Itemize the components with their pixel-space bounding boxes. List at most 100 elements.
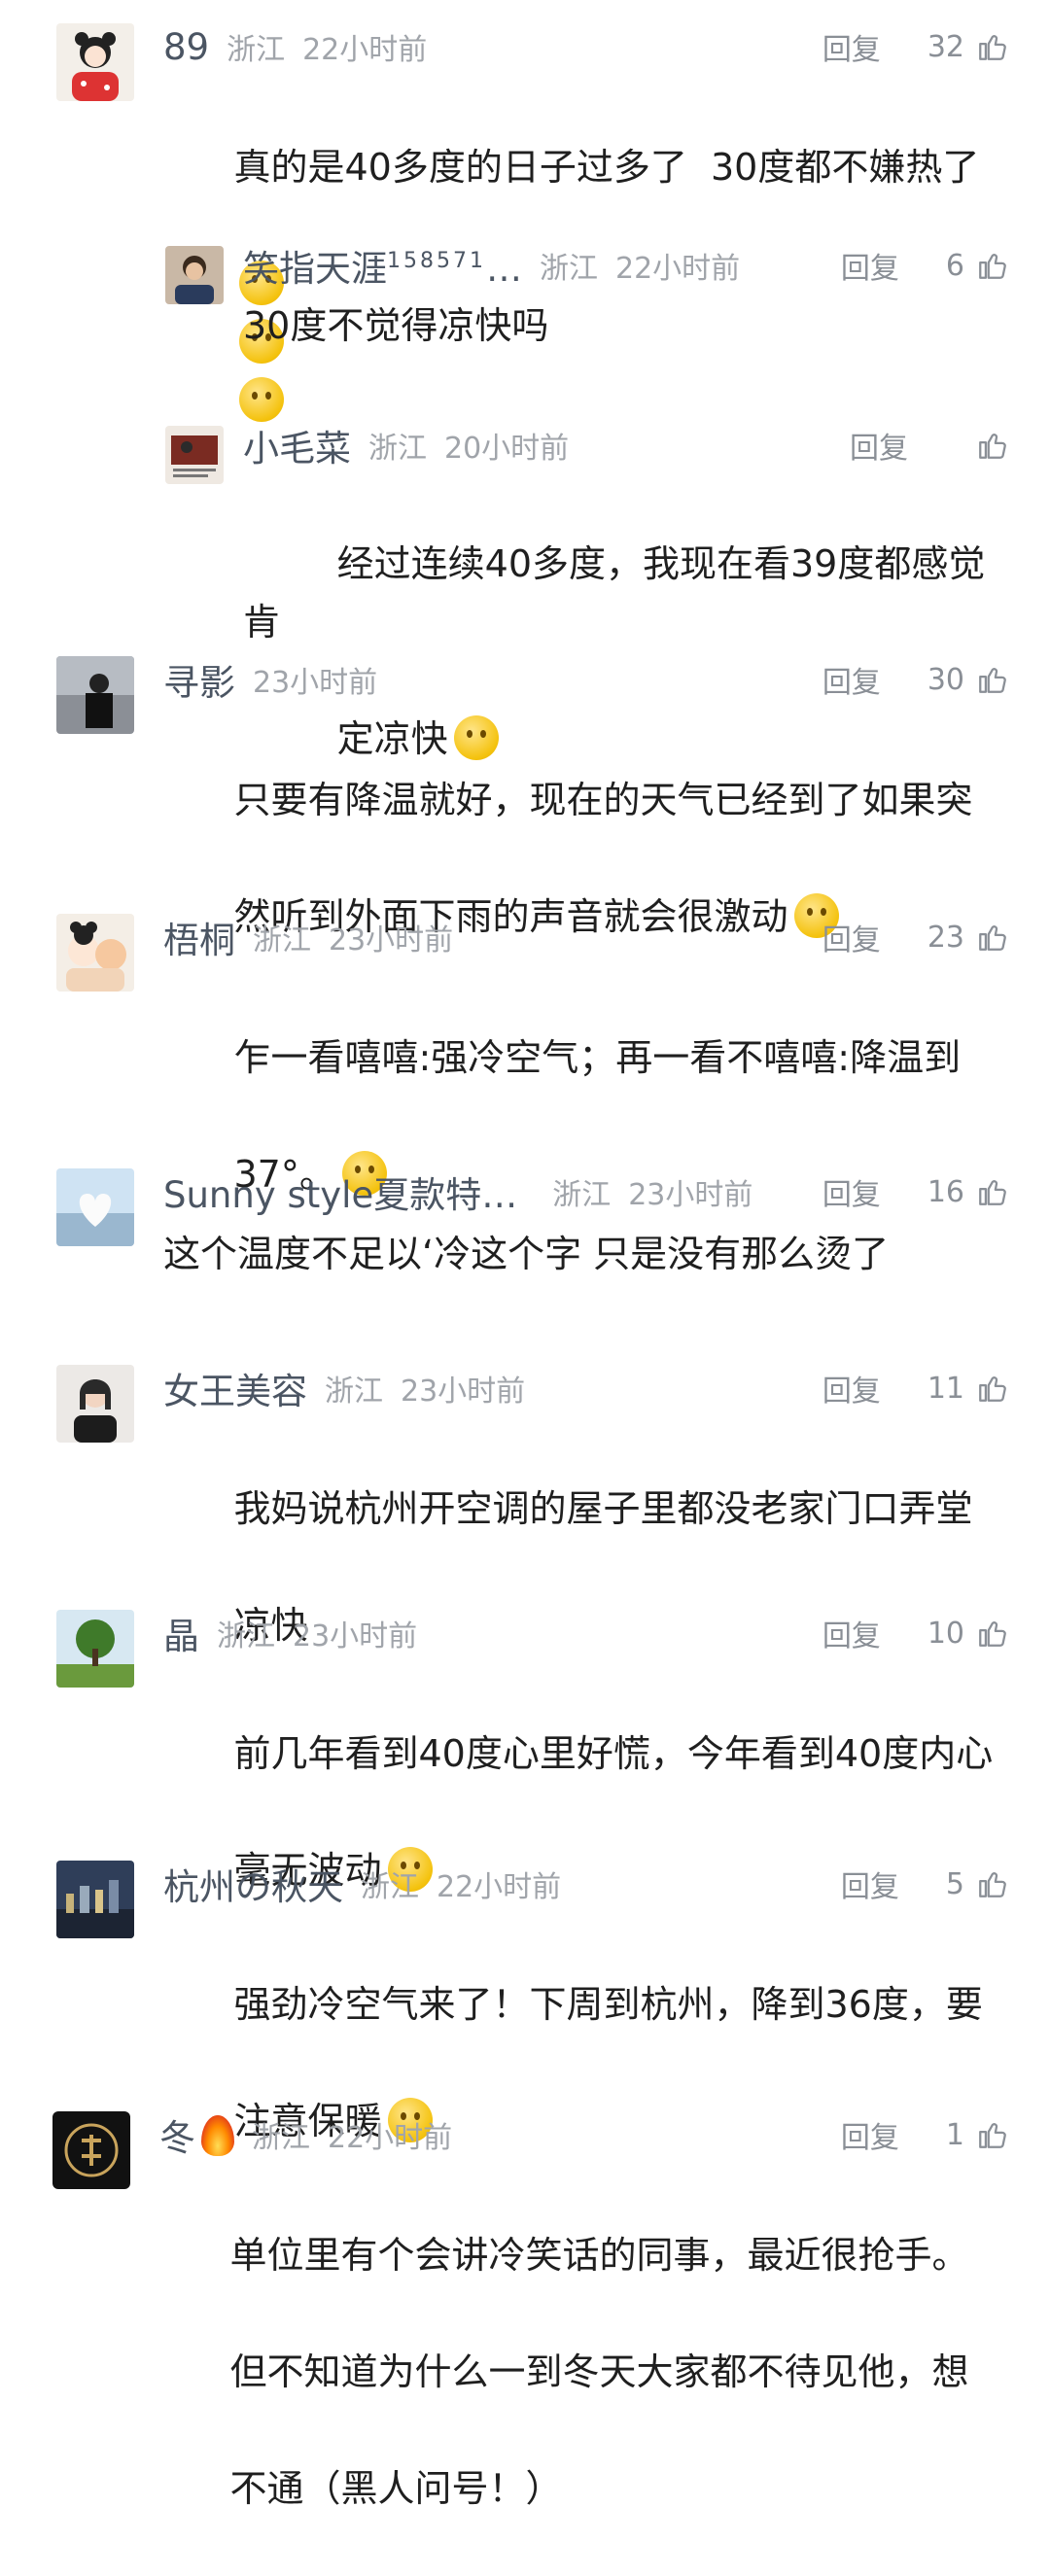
comment-text: 单位里有个会讲冷笑话的同事，最近很抢手。 但不知道为什么一到冬天大家都不待见他，… (159, 2168, 1034, 2576)
region-label: 浙江 (368, 432, 427, 466)
username-text: 笑指天涯 (243, 248, 387, 290)
timestamp: 22小时前 (328, 2121, 453, 2155)
region-label: 浙江 (252, 2121, 310, 2155)
comment-text-line: 单位里有个会讲冷笑话的同事，最近很抢手。 (229, 2234, 969, 2277)
like-count: 30 (927, 662, 964, 697)
username[interactable]: 冬 (159, 2108, 234, 2161)
timestamp: 23小时前 (628, 1178, 753, 1212)
reply-button[interactable]: 回复 (841, 1862, 899, 1905)
comment-meta: 寻影 23小时前 (163, 652, 377, 707)
thumbs-up-icon[interactable] (976, 30, 1009, 63)
reply-meta: 笑指天涯158571… 浙江 22小时前 (243, 238, 740, 293)
comment-meta: 梧桐 浙江 23小时前 (163, 910, 453, 964)
comment-actions: 回复 32 (822, 19, 1009, 74)
username[interactable]: 笑指天涯158571… (243, 239, 522, 292)
username[interactable]: 女王美容 (163, 1362, 307, 1414)
thumbs-up-icon[interactable] (976, 663, 1009, 696)
comment-actions: 回复 16 (822, 1165, 1009, 1219)
reply-button[interactable]: 回复 (850, 424, 908, 467)
comment-text: 前几年看到40度心里好慌，今年看到40度内心 毫无波动 (163, 1666, 1029, 1958)
username-text: 冬 (159, 2117, 195, 2159)
avatar[interactable] (56, 1610, 134, 1688)
avatar[interactable] (56, 656, 134, 734)
like-count: 5 (945, 1866, 964, 1901)
comment-actions: 回复 5 (841, 1857, 1009, 1911)
region-label: 浙江 (361, 1870, 419, 1904)
reply-button[interactable]: 回复 (822, 916, 881, 958)
username[interactable]: 梧桐 (163, 911, 235, 963)
like-count: 16 (927, 1174, 964, 1209)
reply-button[interactable]: 回复 (822, 658, 881, 701)
like-count: 23 (927, 920, 964, 955)
reply-button[interactable]: 回复 (822, 1612, 881, 1654)
thumbs-up-icon[interactable] (976, 1867, 1009, 1900)
comment-text: 这个温度不足以‘冷这个字 只是没有那么烫了 (163, 1233, 890, 1275)
avatar[interactable] (56, 1365, 134, 1443)
timestamp: 20小时前 (444, 432, 570, 466)
timestamp: 22小时前 (437, 1870, 562, 1904)
fire-emoji (201, 2115, 234, 2156)
username[interactable]: 晶 (163, 1607, 199, 1659)
username[interactable]: 寻影 (163, 653, 235, 706)
region-label: 浙江 (325, 1375, 383, 1409)
thumbs-up-icon[interactable] (976, 1372, 1009, 1405)
username[interactable]: 杭州の秋天 (163, 1858, 343, 1910)
username[interactable]: 小毛菜 (243, 419, 351, 471)
comment-text-line: 只要有降温就好，现在的天气已经到了如果突 (233, 779, 973, 821)
username[interactable]: 89 (163, 26, 209, 68)
comment-actions: 回复 1 (841, 2107, 1009, 2162)
username-ellipsis: … (485, 248, 522, 290)
avatar[interactable] (56, 1861, 134, 1938)
reply-button[interactable]: 回复 (822, 1367, 881, 1410)
like-count: 6 (945, 248, 964, 283)
comment-meta: 89 浙江 22小时前 (163, 19, 427, 74)
comment-text-line: 不通（黑人问号！） (229, 2467, 563, 2510)
comment-text-line: 真的是40多度的日子过多了 30度都不嫌热了 (233, 146, 980, 189)
username[interactable]: Sunny style夏款特… (163, 1166, 517, 1218)
reply-actions: 回复 6 (841, 238, 1009, 293)
comment-text-line: 强劲冷空气来了！下周到杭州，降到36度，要 (233, 1983, 983, 2026)
thumbs-up-icon[interactable] (976, 2118, 1009, 2151)
reply-actions: 回复 (850, 418, 1009, 472)
timestamp: 23小时前 (329, 923, 454, 957)
thumbs-up-icon[interactable] (976, 249, 1009, 282)
thumbs-up-icon[interactable] (976, 921, 1009, 954)
like-count: 11 (927, 1371, 964, 1406)
avatar[interactable] (52, 2111, 130, 2189)
region-label: 浙江 (539, 252, 598, 286)
comment-text-line: 我妈说杭州开空调的屋子里都没老家门口弄堂 (233, 1487, 973, 1530)
comment-text: 强劲冷空气来了！下周到杭州，降到36度，要 注意保暖 (163, 1917, 1029, 2209)
crying-face-emoji (239, 377, 285, 422)
reply-button[interactable]: 回复 (822, 25, 881, 68)
thumbs-up-icon[interactable] (976, 1175, 1009, 1208)
reply-meta: 小毛菜 浙江 20小时前 (243, 418, 569, 472)
comment-text-line: 前几年看到40度心里好慌，今年看到40度内心 (233, 1732, 994, 1775)
comment-text-line: 乍一看嘻嘻:强冷空气；再一看不嘻嘻:降温到 (233, 1036, 962, 1079)
reply-text: 30度不觉得凉快吗 (243, 304, 549, 347)
like-count: 1 (945, 2117, 964, 2152)
comment-feed: 89 浙江 22小时前 回复 32 真的是40多度的日子过多了 30度都不嫌热了… (0, 0, 1050, 2510)
reply-button[interactable]: 回复 (841, 244, 899, 287)
timestamp: 23小时前 (253, 666, 378, 700)
thumbs-up-icon[interactable] (976, 1617, 1009, 1650)
comment-meta: 女王美容 浙江 23小时前 (163, 1361, 525, 1415)
timestamp: 22小时前 (614, 252, 741, 286)
comment-actions: 回复 11 (822, 1361, 1009, 1415)
thumbs-up-icon[interactable] (976, 429, 1009, 462)
region-label: 浙江 (253, 923, 311, 957)
avatar[interactable] (56, 1168, 134, 1246)
timestamp: 23小时前 (401, 1375, 526, 1409)
avatar[interactable] (56, 914, 134, 992)
region-label: 浙江 (552, 1178, 612, 1212)
reply-button[interactable]: 回复 (822, 1170, 881, 1213)
avatar[interactable] (56, 23, 134, 101)
comment-meta: Sunny style夏款特… 浙江 23小时前 (163, 1165, 752, 1219)
comment-meta: 冬 浙江 22小时前 (159, 2107, 452, 2162)
comment-text-line: 经过连续40多度，我现在看39度都感觉肯 (243, 542, 986, 644)
region-label: 浙江 (217, 1619, 275, 1654)
avatar[interactable] (165, 426, 224, 484)
reply-button[interactable]: 回复 (841, 2113, 899, 2156)
comment-actions: 回复 23 (822, 910, 1009, 964)
comment-meta: 杭州の秋天 浙江 22小时前 (163, 1857, 561, 1911)
avatar[interactable] (165, 246, 224, 304)
